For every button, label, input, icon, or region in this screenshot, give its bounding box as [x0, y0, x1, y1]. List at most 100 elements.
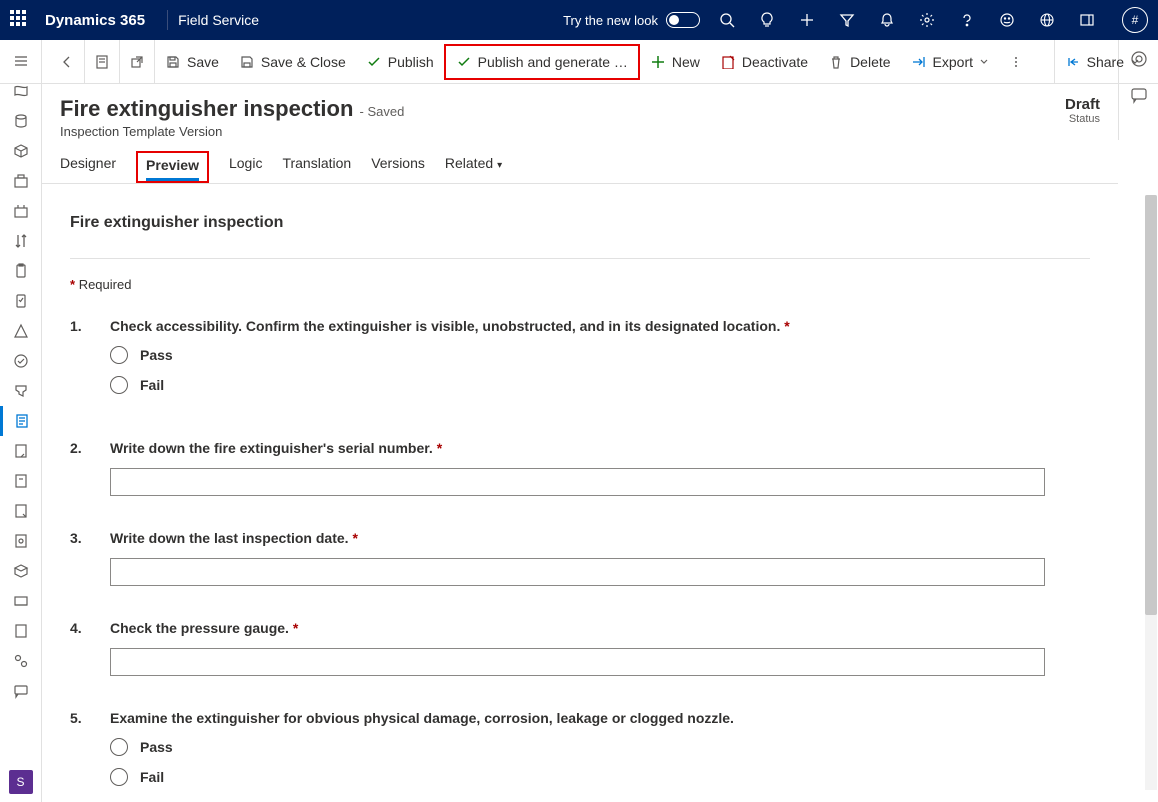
check-icon — [366, 54, 382, 70]
radio-icon[interactable] — [110, 346, 128, 364]
globe-icon[interactable] — [1038, 11, 1056, 29]
rail-item-13[interactable] — [0, 466, 42, 496]
open-new-window-icon[interactable] — [120, 40, 154, 83]
radio-option-pass[interactable]: Pass — [110, 738, 1090, 756]
scrollbar-track[interactable] — [1145, 195, 1157, 790]
lightbulb-icon[interactable] — [758, 11, 776, 29]
rail-item-11[interactable] — [0, 376, 42, 406]
delete-button[interactable]: Delete — [818, 40, 900, 83]
form-selector-icon[interactable] — [85, 40, 119, 83]
global-nav-bar: Dynamics 365 Field Service Try the new l… — [0, 0, 1158, 40]
radio-icon[interactable] — [110, 376, 128, 394]
try-new-look-label: Try the new look — [563, 13, 658, 28]
emoji-icon[interactable] — [998, 11, 1016, 29]
radio-option-pass[interactable]: Pass — [110, 346, 1090, 364]
rail-item-17[interactable] — [0, 586, 42, 616]
teams-chat-icon[interactable] — [1130, 86, 1148, 104]
rail-item-5[interactable] — [0, 196, 42, 226]
serial-number-input[interactable] — [110, 468, 1045, 496]
help-icon[interactable] — [958, 11, 976, 29]
rail-chat-icon[interactable] — [0, 676, 42, 706]
tab-designer[interactable]: Designer — [60, 155, 116, 183]
tab-versions[interactable]: Versions — [371, 155, 425, 183]
rail-item-9[interactable] — [0, 316, 42, 346]
new-button[interactable]: New — [640, 40, 710, 83]
tab-related[interactable]: Related▾ — [445, 155, 502, 183]
publish-generate-button[interactable]: Publish and generate … — [444, 44, 640, 80]
radio-option-fail[interactable]: Fail — [110, 768, 1090, 786]
publish-button[interactable]: Publish — [356, 40, 444, 83]
try-new-look-toggle[interactable] — [666, 12, 700, 28]
record-header: Fire extinguisher inspection - Saved Ins… — [42, 84, 1118, 145]
chevron-down-icon — [979, 57, 989, 67]
plus-icon — [650, 54, 666, 70]
command-bar: Save Save & Close Publish Publish and ge… — [0, 40, 1158, 84]
preview-heading: Fire extinguisher inspection — [70, 214, 1090, 232]
question-text: Write down the last inspection date. * — [110, 530, 1090, 546]
overflow-button[interactable] — [999, 40, 1033, 83]
question-3: 3. Write down the last inspection date. … — [70, 530, 1090, 586]
rail-item-4[interactable] — [0, 166, 42, 196]
filter-icon[interactable] — [838, 11, 856, 29]
gear-icon[interactable] — [918, 11, 936, 29]
app-name-label[interactable]: Field Service — [178, 12, 259, 28]
rail-item-18[interactable] — [0, 616, 42, 646]
export-button[interactable]: Export — [901, 40, 999, 83]
bell-icon[interactable] — [878, 11, 896, 29]
back-button[interactable] — [50, 40, 84, 83]
try-new-look[interactable]: Try the new look — [563, 12, 700, 28]
global-icons: # — [718, 7, 1148, 33]
divider — [70, 258, 1090, 259]
question-text: Check accessibility. Confirm the extingu… — [110, 318, 1090, 334]
rail-item-6[interactable] — [0, 226, 42, 256]
rail-settings-icon[interactable] — [0, 646, 42, 676]
share-icon — [1065, 54, 1081, 70]
area-switcher[interactable]: S — [9, 770, 33, 794]
search-icon[interactable] — [718, 11, 736, 29]
scrollbar-thumb[interactable] — [1145, 195, 1157, 615]
status-field: Draft Status — [1065, 96, 1100, 125]
brand-label: Dynamics 365 — [45, 12, 145, 29]
rail-item-14[interactable] — [0, 496, 42, 526]
check-icon — [456, 54, 472, 70]
question-1: 1. Check accessibility. Confirm the exti… — [70, 318, 1090, 406]
trash-icon — [828, 54, 844, 70]
entity-name: Inspection Template Version — [60, 124, 404, 139]
rail-item-7[interactable] — [0, 256, 42, 286]
status-label: Status — [1065, 113, 1100, 125]
pressure-gauge-input[interactable] — [110, 648, 1045, 676]
panel-icon[interactable] — [1078, 11, 1096, 29]
export-icon — [911, 54, 927, 70]
status-value: Draft — [1065, 96, 1100, 113]
save-button[interactable]: Save — [155, 40, 229, 83]
app-launcher-icon[interactable] — [10, 10, 30, 30]
saved-indicator: - Saved — [360, 104, 405, 119]
deactivate-button[interactable]: Deactivate — [710, 40, 818, 83]
question-text: Examine the extinguisher for obvious phy… — [110, 710, 1090, 726]
save-close-button[interactable]: Save & Close — [229, 40, 356, 83]
rail-item-16[interactable] — [0, 556, 42, 586]
plus-icon[interactable] — [798, 11, 816, 29]
question-text: Write down the fire extinguisher's seria… — [110, 440, 1090, 456]
rail-item-active[interactable] — [0, 406, 42, 436]
radio-icon[interactable] — [110, 768, 128, 786]
tab-preview[interactable]: Preview — [136, 151, 209, 183]
radio-option-fail[interactable]: Fail — [110, 376, 1090, 394]
radio-icon[interactable] — [110, 738, 128, 756]
rail-item-2[interactable] — [0, 106, 42, 136]
rail-item-12[interactable] — [0, 436, 42, 466]
form-tabs: Designer Preview Logic Translation Versi… — [42, 145, 1118, 184]
inspection-date-input[interactable] — [110, 558, 1045, 586]
question-4: 4. Check the pressure gauge. * — [70, 620, 1090, 676]
user-avatar[interactable]: # — [1122, 7, 1148, 33]
tab-logic[interactable]: Logic — [229, 155, 262, 183]
deactivate-icon — [720, 54, 736, 70]
tab-translation[interactable]: Translation — [282, 155, 351, 183]
rail-item-10[interactable] — [0, 346, 42, 376]
share-button[interactable]: Share — [1055, 40, 1150, 83]
required-legend: * Required — [70, 277, 1090, 292]
rail-item-3[interactable] — [0, 136, 42, 166]
rail-item-15[interactable] — [0, 526, 42, 556]
main-form-area: Fire extinguisher inspection - Saved Ins… — [42, 84, 1118, 802]
rail-item-8[interactable] — [0, 286, 42, 316]
